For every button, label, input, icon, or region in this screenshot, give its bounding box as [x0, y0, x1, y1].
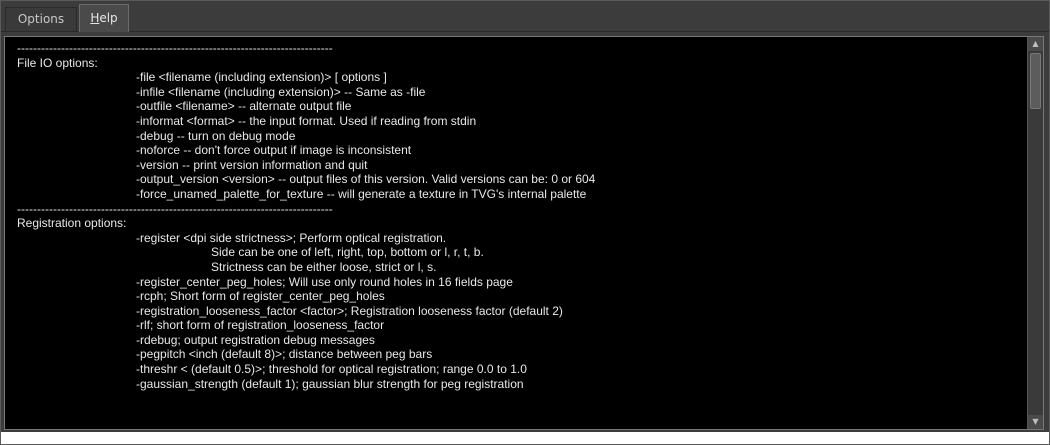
scroll-up-arrow-icon[interactable]: ▲ [1028, 37, 1043, 51]
help-text-line: -rlf; short form of registration_loosene… [136, 318, 385, 333]
help-text-line: -threshr < (default 0.5)>; threshold for… [136, 362, 527, 377]
help-text-line: -version -- print version information an… [136, 157, 368, 172]
help-text-line: -pegpitch <inch (default 8)>; distance b… [136, 347, 433, 362]
bottom-strip [1, 432, 1049, 444]
help-text-line: ----------------------------------------… [17, 201, 333, 216]
help-text-line: File IO options: [17, 55, 98, 70]
tab-help[interactable]: Help [79, 4, 129, 32]
help-text-line: -debug -- turn on debug mode [136, 128, 296, 143]
help-text-line: -informat <format> -- the input format. … [136, 113, 477, 128]
tab-help-mnemonic: H [90, 11, 100, 25]
vertical-scrollbar[interactable]: ▲ ▼ [1027, 37, 1043, 429]
help-text-line: -file <filename (including extension)> [… [136, 70, 387, 85]
tab-options-label: Options [17, 12, 65, 26]
help-text-line: Registration options: [17, 216, 127, 231]
help-text-line: -noforce -- don't force output if image … [136, 143, 412, 158]
help-text-line: -registration_looseness_factor <factor>;… [136, 303, 563, 318]
help-text-content: ----------------------------------------… [5, 37, 1028, 429]
help-text-line: -infile <filename (including extension)>… [136, 84, 426, 99]
help-text-line: -register <dpi side strictness>; Perform… [136, 230, 447, 245]
scrollbar-thumb[interactable] [1030, 53, 1041, 109]
help-window: Options Help ---------------------------… [0, 0, 1050, 445]
help-text-line: Strictness can be either loose, strict o… [211, 259, 437, 274]
help-text-line: -register_center_peg_holes; Will use onl… [136, 274, 513, 289]
tab-bar: Options Help [1, 1, 1049, 32]
help-text-line: -rcph; Short form of register_center_peg… [136, 289, 385, 304]
help-text-line: -outfile <filename> -- alternate output … [136, 99, 352, 114]
help-text-line: -gaussian_strength (default 1); gaussian… [136, 376, 524, 391]
help-text-line: -rdebug; output registration debug messa… [136, 332, 375, 347]
tab-help-label: elp [99, 11, 118, 25]
scroll-down-arrow-icon[interactable]: ▼ [1028, 415, 1043, 429]
help-text-line: Side can be one of left, right, top, bot… [211, 245, 484, 260]
help-text-pane[interactable]: ----------------------------------------… [4, 36, 1044, 430]
help-text-line: ----------------------------------------… [17, 41, 333, 55]
tab-options[interactable]: Options [5, 7, 77, 31]
help-text-line: -output_version <version> -- output file… [136, 172, 596, 187]
help-text-line: -force_unamed_palette_for_texture -- wil… [136, 186, 587, 201]
